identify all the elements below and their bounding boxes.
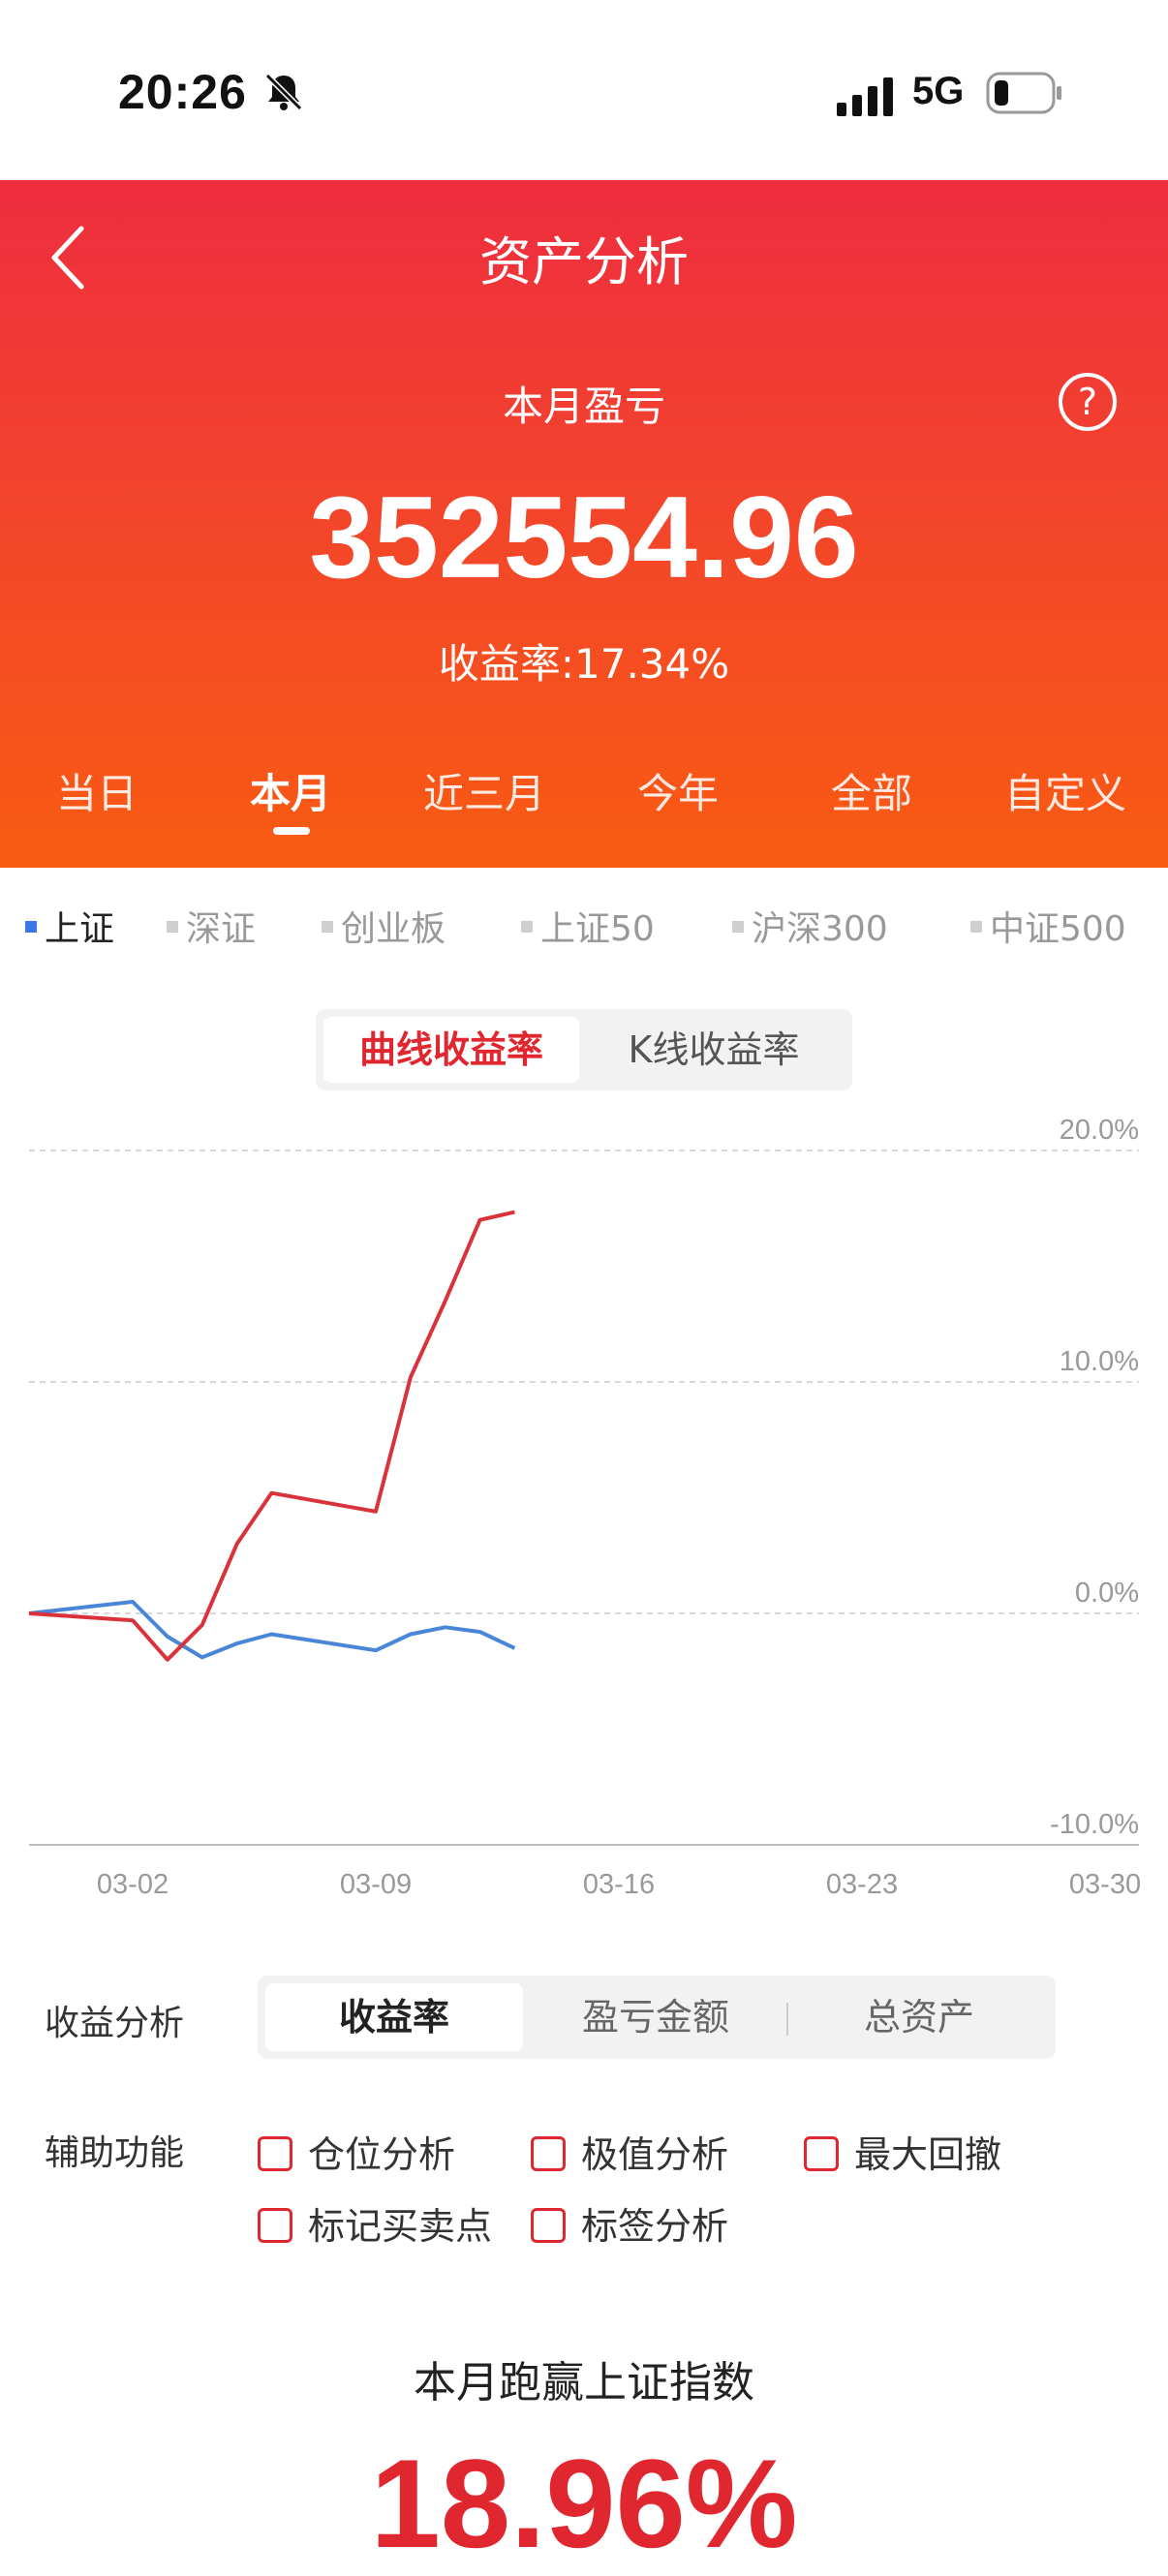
checkbox-box xyxy=(258,2207,292,2243)
index-csi300[interactable]: 沪深300 xyxy=(732,901,888,951)
page-title: 资产分析 xyxy=(479,231,689,292)
header: 资产分析 本月盈亏 ? 352554.96 收益率:17.34% 当日 本月 近… xyxy=(0,180,1168,868)
y-tick-label: 10.0% xyxy=(1060,1346,1139,1377)
active-tab-indicator xyxy=(273,827,310,835)
battery-icon xyxy=(986,72,1061,114)
mark-trades-checkbox[interactable]: 标记买卖点 xyxy=(258,2196,492,2250)
status-bar: 20:26 5G xyxy=(0,0,1168,180)
index-shanghai[interactable]: 上证 xyxy=(25,901,114,951)
checkbox-label: 标记买卖点 xyxy=(308,2205,493,2248)
y-tick-label: 0.0% xyxy=(1075,1578,1139,1609)
analysis-switch: 收益率 盈亏金额 总资产 xyxy=(258,1976,1056,2059)
checkbox-label: 最大回撤 xyxy=(854,2133,1002,2176)
profit-label: 本月盈亏 xyxy=(502,383,665,430)
return-chart: 20.0% 10.0% 0.0% -10.0% 03-02 03-09 03-16 03-23… xyxy=(0,1104,1168,1908)
x-tick-label: 03-30 xyxy=(1069,1869,1141,1900)
index-label: 深证 xyxy=(186,909,257,949)
index-sse50[interactable]: 上证50 xyxy=(521,901,655,951)
checkbox-box xyxy=(804,2135,839,2171)
network-type: 5G xyxy=(912,70,965,112)
index-chinext[interactable]: 创业板 xyxy=(322,901,446,951)
index-label: 上证50 xyxy=(540,909,655,949)
x-tick-label: 03-16 xyxy=(583,1869,655,1900)
legend-dot xyxy=(322,921,333,933)
checkbox-label: 标签分析 xyxy=(581,2205,729,2248)
legend-dot xyxy=(167,921,178,933)
chart-mode-switch: 曲线收益率 K线收益率 xyxy=(316,1009,852,1090)
index-label: 上证 xyxy=(45,909,115,949)
y-tick-label: 20.0% xyxy=(1060,1115,1139,1146)
checkbox-box xyxy=(531,2207,566,2243)
tab-today[interactable]: 当日 xyxy=(0,761,194,820)
aux-label: 辅助功能 xyxy=(45,2133,185,2173)
bell-off-icon xyxy=(264,73,303,111)
x-tick-label: 03-09 xyxy=(340,1869,412,1900)
index-shenzhen[interactable]: 深证 xyxy=(167,901,256,951)
tab-this-month[interactable]: 本月 xyxy=(194,761,387,820)
index-label: 沪深300 xyxy=(752,909,888,949)
beat-index-title: 本月跑赢上证指数 xyxy=(414,2358,754,2407)
kline-return-button[interactable]: K线收益率 xyxy=(583,1017,845,1083)
index-csi500[interactable]: 中证500 xyxy=(970,901,1126,951)
x-tick-label: 03-02 xyxy=(97,1869,169,1900)
checkbox-box xyxy=(531,2135,566,2171)
legend-dot xyxy=(25,921,37,933)
tab-custom[interactable]: 自定义 xyxy=(968,761,1162,820)
legend-dot xyxy=(970,921,982,933)
portfolio-return-line xyxy=(28,1210,515,1662)
svg-text:?: ? xyxy=(1078,381,1097,423)
index-label: 创业板 xyxy=(341,909,446,949)
profit-value: 352554.96 xyxy=(309,473,859,602)
curve-return-button[interactable]: 曲线收益率 xyxy=(323,1017,579,1083)
y-tick-label: -10.0% xyxy=(1050,1809,1139,1840)
index-filter-row: 上证 深证 创业板 上证50 沪深300 中证500 xyxy=(0,901,1168,959)
position-analysis-checkbox[interactable]: 仓位分析 xyxy=(258,2125,455,2178)
signal-icon xyxy=(837,77,893,116)
chart-canvas: 20.0% 10.0% 0.0% -10.0% 03-02 03-09 03-16 03-23… xyxy=(28,1115,1141,1900)
legend-dot xyxy=(732,921,744,933)
analysis-row: 收益分析 收益率 盈亏金额 总资产 xyxy=(0,1976,1168,2063)
aux-functions: 辅助功能 仓位分析 极值分析 最大回撤 标记买卖点 标签分析 xyxy=(0,2121,1168,2295)
checkbox-box xyxy=(258,2135,292,2171)
index-return-line xyxy=(28,1600,516,1660)
checkbox-label: 极值分析 xyxy=(581,2133,729,2176)
beat-index-value: 18.96% xyxy=(370,2433,798,2574)
return-rate-button[interactable]: 收益率 xyxy=(265,1983,523,2051)
return-rate: 收益率:17.34% xyxy=(438,640,730,688)
index-label: 中证500 xyxy=(990,909,1126,949)
tab-three-months[interactable]: 近三月 xyxy=(387,761,581,820)
tab-this-year[interactable]: 今年 xyxy=(581,761,775,820)
profit-amount-button[interactable]: 盈亏金额 xyxy=(525,1983,786,2051)
x-tick-label: 03-23 xyxy=(826,1869,898,1900)
legend-dot xyxy=(521,921,533,933)
period-tabs: 当日 本月 近三月 今年 全部 自定义 xyxy=(0,761,1168,848)
tab-all[interactable]: 全部 xyxy=(775,761,968,820)
status-time: 20:26 xyxy=(118,65,247,119)
max-drawdown-checkbox[interactable]: 最大回撤 xyxy=(804,2125,1001,2178)
extreme-analysis-checkbox[interactable]: 极值分析 xyxy=(531,2125,728,2178)
total-assets-button[interactable]: 总资产 xyxy=(788,1983,1050,2051)
help-icon[interactable]: ? xyxy=(1058,372,1118,432)
analysis-label: 收益分析 xyxy=(45,2004,185,2043)
checkbox-label: 仓位分析 xyxy=(308,2133,456,2176)
tag-analysis-checkbox[interactable]: 标签分析 xyxy=(531,2196,728,2250)
